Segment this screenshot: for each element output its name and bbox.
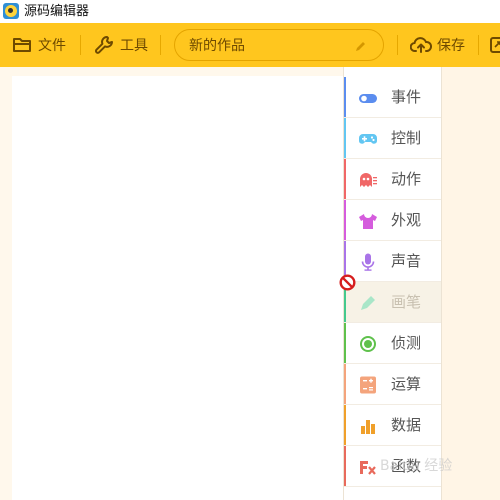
window-title: 源码编辑器 [24, 4, 90, 19]
target-icon [360, 336, 376, 352]
category-operators[interactable]: 运算 [344, 364, 441, 405]
toolbar-divider [397, 35, 398, 55]
gamepad-icon [359, 134, 377, 144]
category-sound[interactable]: 声音 [344, 241, 441, 282]
toolbar-divider [478, 35, 479, 55]
category-label: 声音 [391, 252, 422, 270]
toolbar: 文件 工具 保存 [0, 23, 500, 67]
category-control[interactable]: 控制 [344, 118, 441, 159]
category-label: 运算 [391, 375, 422, 393]
function-icon [360, 461, 376, 475]
pencil-icon[interactable] [355, 40, 367, 52]
bar-chart-icon [361, 420, 375, 434]
file-menu-button[interactable]: 文件 [12, 23, 66, 67]
category-label: 外观 [391, 211, 422, 229]
calculator-icon [360, 376, 376, 394]
title-bar: 源码编辑器 [0, 0, 500, 23]
category-label: 数据 [391, 416, 422, 434]
wrench-icon [95, 36, 113, 54]
folder-icon [13, 38, 31, 52]
microphone-icon [361, 253, 375, 271]
not-allowed-cursor-icon [339, 274, 356, 291]
category-events[interactable]: 事件 [344, 77, 441, 118]
toolbar-divider [160, 35, 161, 55]
paint-icon [361, 296, 375, 310]
toggle-icon [359, 94, 377, 103]
category-label: 画笔 [391, 293, 422, 311]
category-looks[interactable]: 外观 [344, 200, 441, 241]
category-label: 事件 [391, 88, 422, 106]
share-button[interactable] [489, 23, 500, 67]
tools-menu-button[interactable]: 工具 [94, 23, 148, 67]
category-pen[interactable]: 画笔 [344, 282, 441, 323]
save-button[interactable]: 保存 [410, 23, 465, 67]
tools-menu-label: 工具 [120, 38, 148, 54]
category-label: 控制 [391, 129, 422, 147]
category-label: 动作 [391, 170, 422, 188]
toolbar-divider [80, 35, 81, 55]
app-logo-icon [3, 3, 19, 19]
category-motion[interactable]: 动作 [344, 159, 441, 200]
category-sensing[interactable]: 侦测 [344, 323, 441, 364]
category-data[interactable]: 数据 [344, 405, 441, 446]
project-name-input[interactable] [174, 29, 384, 61]
category-label: 侦测 [391, 334, 422, 352]
watermark-text: Baidu 经验 [380, 458, 453, 474]
save-label: 保存 [437, 38, 465, 54]
code-canvas[interactable] [12, 76, 343, 500]
ghost-icon [360, 173, 377, 187]
file-menu-label: 文件 [38, 38, 66, 54]
shirt-icon [359, 214, 377, 229]
workspace-right-strip [442, 67, 500, 500]
cloud-upload-icon [410, 37, 432, 53]
share-icon [490, 37, 500, 53]
